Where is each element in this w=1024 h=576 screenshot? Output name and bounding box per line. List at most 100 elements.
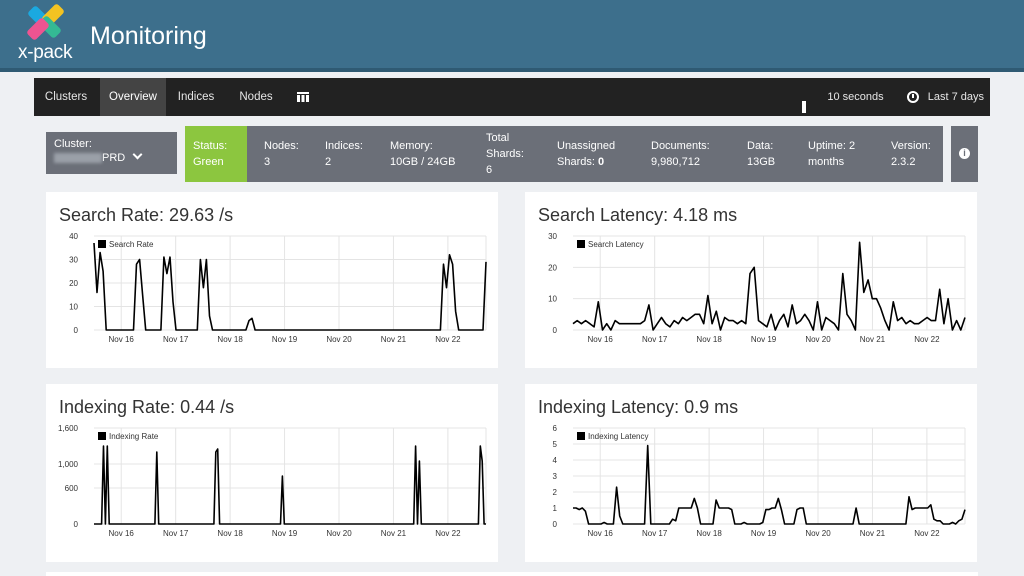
x-tick-label: Nov 19 <box>751 529 777 538</box>
uptime-value: months <box>808 156 845 168</box>
shards-label-2: Shards: <box>486 148 524 160</box>
search-latency-chart: 0 10 20 30 Nov 16 Nov 17 Nov 18 Nov 19 Nov 20 Nov… <box>548 232 966 344</box>
stat-memory: Memory: 10GB / 24GB <box>390 126 455 182</box>
unassigned-label: Unassigned <box>557 140 616 152</box>
x-tick-label: Nov 20 <box>805 335 831 344</box>
nodes-value: 3 <box>264 156 271 168</box>
nav-right-controls: 10 seconds Last 7 days <box>802 78 984 152</box>
y-tick-label: 6 <box>553 424 558 433</box>
plot-area: 0 1 2 3 4 5 6 Nov 16 Nov 17 Nov 18 Nov 19 Nov 20 Nov… <box>553 424 966 538</box>
cluster-name-suffix: PRD <box>102 152 126 164</box>
plot-area: 0 10 20 30 Nov 16 Nov 17 Nov 18 Nov 19 Nov 20 Nov… <box>548 232 966 344</box>
shards-label-1: Total <box>486 132 510 144</box>
time-range[interactable]: Last 7 days <box>928 91 984 103</box>
series-line <box>94 445 486 525</box>
legend-label: Indexing Rate <box>109 432 159 441</box>
y-tick-label: 0 <box>553 326 558 335</box>
y-tick-label: 10 <box>69 303 78 312</box>
tab-nodes[interactable]: Nodes <box>228 78 284 116</box>
tab-grid[interactable] <box>288 78 318 116</box>
top-navbar: Clusters Overview Indices Nodes 10 secon… <box>34 78 990 152</box>
x-tick-label: Nov 18 <box>696 335 722 344</box>
legend-label: Search Latency <box>588 240 644 249</box>
y-tick-label: 5 <box>553 440 558 449</box>
cluster-label: Cluster: <box>54 138 92 150</box>
plot-area: 0 600 1,000 1,600 Nov 16 Nov 17 Nov 18 Nov 19 No… <box>58 424 487 538</box>
monitoring-app: Clusters Overview Indices Nodes 10 secon… <box>34 78 990 576</box>
x-tick-label: Nov 22 <box>914 335 940 344</box>
legend-swatch <box>98 240 106 248</box>
tab-clusters[interactable]: Clusters <box>34 78 98 116</box>
y-tick-label: 1,000 <box>58 460 79 469</box>
memory-value: 10GB / 24GB <box>390 156 456 168</box>
y-tick-label: 0 <box>553 520 558 529</box>
y-tick-label: 10 <box>548 295 557 304</box>
clock-icon[interactable] <box>906 91 919 104</box>
search-rate-chart: 0 10 20 30 40 Nov 16 Nov 17 Nov 18 Nov 19 Nov 20 N… <box>69 232 487 344</box>
legend-label: Search Rate <box>109 240 154 249</box>
stat-uptime: Uptime: 2 months <box>808 126 855 182</box>
x-tick-label: Nov 21 <box>860 335 886 344</box>
legend-label: Indexing Latency <box>588 432 649 441</box>
y-tick-label: 30 <box>548 232 557 241</box>
x-tick-label: Nov 21 <box>381 335 407 344</box>
indices-value: 2 <box>325 156 332 168</box>
x-tick-label: Nov 22 <box>435 335 461 344</box>
x-tick-label: Nov 19 <box>751 335 777 344</box>
x-tick-label: Nov 16 <box>588 529 614 538</box>
y-tick-label: 1,600 <box>58 424 79 433</box>
tab-overview[interactable]: Overview <box>100 78 166 116</box>
legend-swatch <box>577 432 585 440</box>
cluster-name: PRD <box>54 149 143 164</box>
x-tick-label: Nov 17 <box>642 529 668 538</box>
pause-icon[interactable] <box>802 91 814 152</box>
x-tick-label: Nov 17 <box>163 529 189 538</box>
x-tick-label: Nov 17 <box>163 335 189 344</box>
x-tick-label: Nov 19 <box>272 529 298 538</box>
refresh-interval[interactable]: 10 seconds <box>827 91 883 103</box>
info-button[interactable]: i <box>951 126 978 182</box>
documents-value: 9,980,712 <box>651 156 700 168</box>
chevron-down-icon <box>132 149 143 160</box>
y-tick-label: 40 <box>69 232 78 241</box>
y-tick-label: 20 <box>69 279 78 288</box>
logo-text: x-pack <box>18 42 73 63</box>
uptime-label: Uptime: 2 <box>808 140 856 152</box>
x-tick-label: Nov 16 <box>109 335 135 344</box>
legend-swatch <box>577 240 585 248</box>
data-value: 13GB <box>747 156 776 168</box>
x-tick-label: Nov 18 <box>696 529 722 538</box>
stat-data: Data: 13GB <box>747 126 775 182</box>
status-value: Green <box>193 156 224 168</box>
x-tick-label: Nov 20 <box>326 529 352 538</box>
x-tick-label: Nov 20 <box>805 529 831 538</box>
y-tick-label: 0 <box>74 326 79 335</box>
stat-documents: Documents: 9,980,712 <box>651 126 710 182</box>
indices-label: Indices: <box>325 140 363 152</box>
cluster-selector[interactable]: Cluster: PRD <box>46 132 177 174</box>
stat-nodes: Nodes: 3 <box>264 126 299 182</box>
tab-indices[interactable]: Indices <box>168 78 224 116</box>
indexing-latency-panel: Indexing Latency: 0.9 ms 0 1 2 3 4 5 6 Nov 16 No… <box>525 384 977 562</box>
y-tick-label: 2 <box>553 488 558 497</box>
legend-swatch <box>98 432 106 440</box>
x-tick-label: Nov 17 <box>642 335 668 344</box>
x-tick-label: Nov 21 <box>860 529 886 538</box>
indexing-rate-panel: Indexing Rate: 0.44 /s 0 600 1,000 1,600 Nov… <box>46 384 498 562</box>
status-badge: Status: Green <box>185 126 247 182</box>
nodes-label: Nodes: <box>264 140 299 152</box>
unassigned-line: Shards: 0 <box>557 154 615 170</box>
version-value: 2.3.2 <box>891 156 916 168</box>
indexing-rate-chart: 0 600 1,000 1,600 Nov 16 Nov 17 Nov 18 Nov 19 No… <box>58 424 487 538</box>
x-tick-label: Nov 19 <box>272 335 298 344</box>
x-tick-label: Nov 22 <box>914 529 940 538</box>
status-label: Status: <box>193 140 228 152</box>
stat-total-shards: Total Shards: 6 <box>486 126 524 182</box>
stat-unassigned-shards: Unassigned Shards: 0 <box>557 126 615 182</box>
plot-area: 0 10 20 30 40 Nov 16 Nov 17 Nov 18 Nov 19 Nov 20 N… <box>69 232 487 344</box>
y-tick-label: 0 <box>74 520 79 529</box>
data-label: Data: <box>747 140 774 152</box>
page-banner: x-pack Monitoring <box>0 0 1024 72</box>
stat-indices: Indices: 2 <box>325 126 363 182</box>
y-tick-label: 4 <box>553 456 558 465</box>
